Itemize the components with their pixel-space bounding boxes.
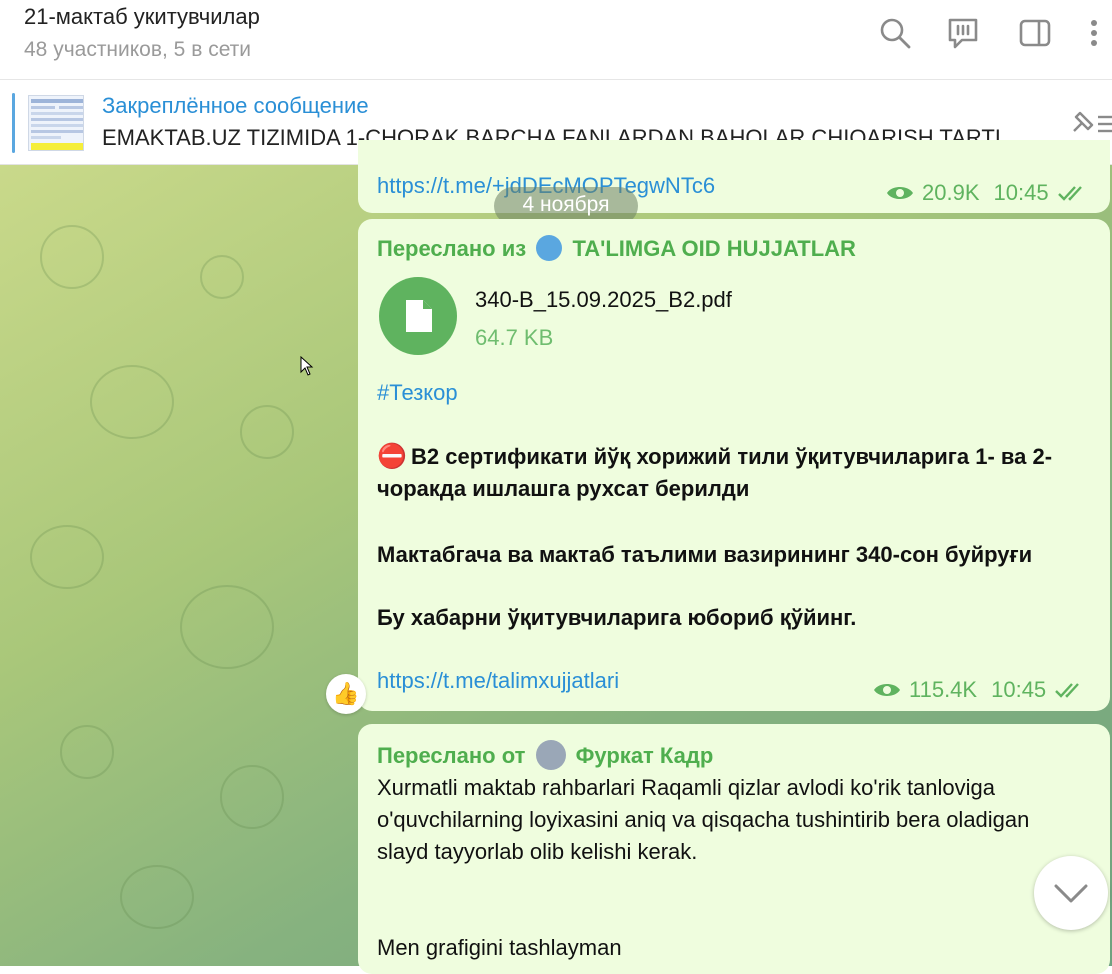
- forward-header[interactable]: Переслано от Фуркат Кадр: [377, 740, 713, 770]
- scroll-down-button[interactable]: [1034, 856, 1108, 930]
- topics-icon[interactable]: [946, 16, 980, 50]
- file-download-button[interactable]: [379, 277, 457, 355]
- message-time: 10:45: [991, 677, 1047, 702]
- message-meta: 20.9K 10:45: [886, 180, 1089, 206]
- message-text-2: Men grafigini tashlayman: [377, 935, 622, 960]
- reaction-thumbs-up-button[interactable]: 👍: [326, 674, 366, 714]
- message-time: 10:45: [993, 180, 1049, 205]
- pinned-accent-line: [12, 93, 15, 153]
- bg-doodle: [30, 525, 104, 589]
- bg-doodle: [200, 255, 244, 299]
- bg-doodle: [240, 405, 294, 459]
- message-bubble[interactable]: Переслано от Фуркат Кадр Xurmatli maktab…: [358, 724, 1110, 974]
- views-icon: [887, 187, 913, 199]
- chevron-down-icon: [1054, 884, 1088, 903]
- forward-source[interactable]: TA'LIMGA OID HUJJATLAR: [572, 236, 855, 261]
- double-check-icon: [1057, 186, 1082, 201]
- forward-header[interactable]: Переслано из TA'LIMGA OID HUJJATLAR: [377, 235, 856, 262]
- views-count: 20.9K: [922, 180, 980, 205]
- message-text: Xurmatli maktab rahbarlari Raqamli qizla…: [377, 775, 1030, 864]
- pinned-label: Закреплённое сообщение: [102, 93, 369, 118]
- more-icon[interactable]: [1080, 16, 1104, 50]
- pinned-thumbnail: [28, 95, 84, 151]
- paragraph-2: Мактабгача ва мактаб таълими вазирининг …: [377, 542, 1033, 567]
- chat-header: 21-мактаб укитувчилар 48 участников, 5 в…: [0, 0, 1112, 80]
- hashtag[interactable]: #Тезкор: [377, 380, 458, 406]
- message-paragraph: ⛔ B2 сертификати йўқ хорижий тили ўқитувч…: [377, 441, 1097, 505]
- message-bubble[interactable]: Переслано из TA'LIMGA OID HUJJATLAR 340-…: [358, 219, 1110, 711]
- bg-doodle: [90, 365, 174, 439]
- bg-doodle: [60, 725, 114, 779]
- unpin-icon[interactable]: [1068, 107, 1112, 139]
- views-icon: [874, 684, 900, 696]
- channel-avatar: [536, 235, 563, 261]
- bg-doodle: [220, 765, 284, 829]
- mouse-cursor-icon: [300, 356, 314, 376]
- bg-doodle: [180, 585, 274, 669]
- sidebar-toggle-icon[interactable]: [1018, 16, 1052, 50]
- forward-prefix: Переслано из: [377, 236, 527, 261]
- forward-source[interactable]: Фуркат Кадр: [576, 743, 714, 768]
- file-icon: [406, 300, 432, 332]
- user-avatar: [535, 740, 566, 770]
- views-count: 115.4K: [909, 677, 978, 702]
- file-name[interactable]: 340-B_15.09.2025_B2.pdf: [475, 287, 732, 313]
- bg-doodle: [40, 225, 104, 289]
- double-check-icon: [1055, 683, 1080, 698]
- paragraph-1: B2 сертификати йўқ хорижий тили ўқитувчи…: [377, 444, 1053, 501]
- no-entry-emoji-icon: ⛔: [377, 443, 407, 470]
- message-meta: 115.4K 10:45: [873, 677, 1086, 703]
- paragraph-3: Бу хабарни ўқитувчиларига юбориб қўйинг.: [377, 605, 857, 630]
- bg-doodle: [120, 865, 194, 929]
- message-link[interactable]: https://t.me/talimxujjatlari: [377, 668, 619, 694]
- chat-subtitle[interactable]: 48 участников, 5 в сети: [24, 38, 251, 62]
- message-bubble[interactable]: https://t.me/+jdDEcMOPTegwNTc6 20.9K 10:…: [358, 140, 1110, 213]
- file-size: 64.7 KB: [475, 325, 554, 350]
- forward-prefix: Переслано от: [377, 743, 526, 768]
- search-icon[interactable]: [878, 16, 912, 50]
- chat-title[interactable]: 21-мактаб укитувчилар: [24, 4, 260, 30]
